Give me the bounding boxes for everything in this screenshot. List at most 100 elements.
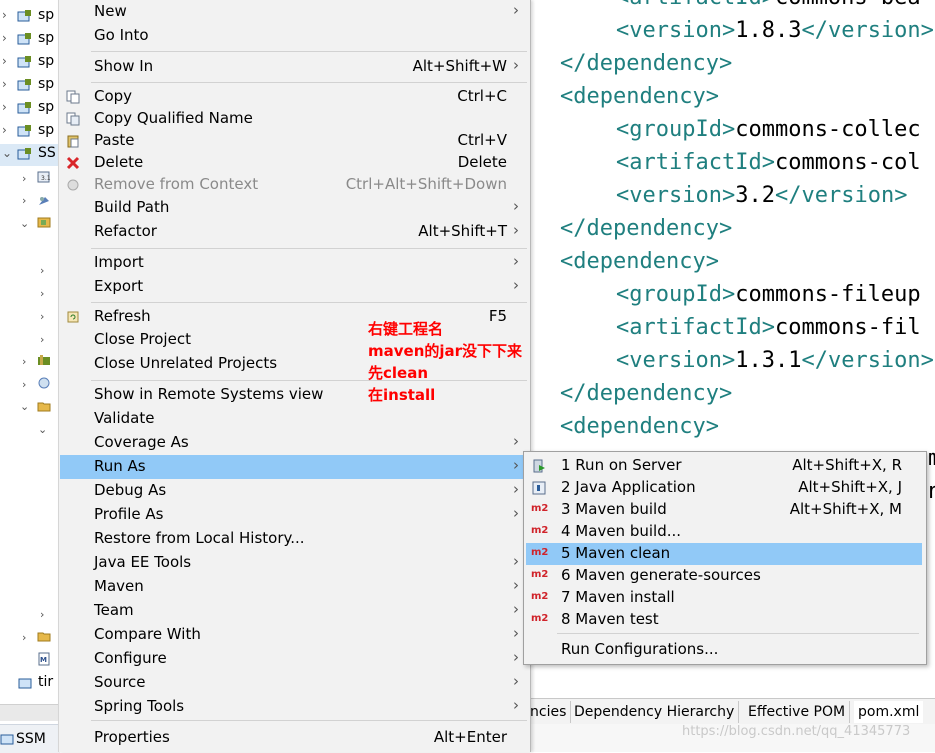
expand-chevron-icon[interactable]: ›: [22, 631, 26, 644]
tree-item-project[interactable]: › sp: [0, 29, 60, 51]
xml-line: <version>1.3.1</version>: [616, 348, 934, 373]
menu-item-spring-tools[interactable]: Spring Tools ›: [60, 695, 529, 719]
menu-item-label: Export: [94, 277, 144, 295]
menu-item-coverage-as[interactable]: Coverage As ›: [60, 431, 529, 455]
menu-item-properties[interactable]: Properties Alt+Enter: [60, 726, 529, 750]
menu-item-configure[interactable]: Configure ›: [60, 647, 529, 671]
menu-item-validate[interactable]: Validate: [60, 407, 529, 431]
xml-line: <groupId>commons-collec: [616, 117, 921, 142]
expand-chevron-icon[interactable]: ›: [2, 77, 7, 91]
expand-chevron-icon[interactable]: ›: [2, 100, 7, 114]
menu-item-export[interactable]: Export ›: [60, 275, 529, 299]
submenu-item-1-run-on-server[interactable]: 1 Run on Server Alt+Shift+X, R: [526, 455, 922, 477]
tree-item-project[interactable]: ⌄ SS: [0, 144, 60, 166]
chevron-right-icon: ›: [513, 672, 519, 690]
menu-item-restore-from-local-history[interactable]: Restore from Local History...: [60, 527, 529, 551]
expand-chevron-icon[interactable]: ›: [40, 287, 44, 300]
chevron-right-icon: ›: [513, 432, 519, 450]
submenu-item-shortcut: Alt+Shift+X, J: [798, 478, 902, 496]
menu-item-label: Show In: [94, 57, 154, 75]
collapse-chevron-icon[interactable]: ⌄: [20, 400, 29, 413]
menu-separator: [91, 720, 527, 721]
submenu-item-8-maven-test[interactable]: m2 8 Maven test: [526, 609, 922, 631]
menu-item-shortcut: Alt+Shift+W: [412, 57, 507, 75]
tree-item-project[interactable]: › sp: [0, 52, 60, 74]
submenu-item-7-maven-install[interactable]: m2 7 Maven install: [526, 587, 922, 609]
xml-line: <dependency>: [560, 414, 719, 439]
tree-item-project[interactable]: › sp: [0, 75, 60, 97]
menu-item-debug-as[interactable]: Debug As ›: [60, 479, 529, 503]
horizontal-scrollbar[interactable]: [0, 704, 60, 721]
menu-item-label: Validate: [94, 409, 155, 427]
menu-item-profile-as[interactable]: Profile As ›: [60, 503, 529, 527]
submenu-item-5-maven-clean[interactable]: m2 5 Maven clean: [526, 543, 922, 565]
tree-item-file[interactable]: tir: [0, 673, 60, 695]
expand-chevron-icon[interactable]: ›: [22, 378, 26, 391]
tree-item-project[interactable]: › sp: [0, 121, 60, 143]
menu-item-paste[interactable]: Paste Ctrl+V: [60, 129, 529, 153]
menu-item-label: Coverage As: [94, 433, 189, 451]
project-icon: [17, 102, 31, 114]
expand-chevron-icon[interactable]: ›: [40, 310, 44, 323]
expand-chevron-icon[interactable]: ›: [2, 123, 7, 137]
submenu-item-6-maven-generate-sources[interactable]: m2 6 Maven generate-sources: [526, 565, 922, 587]
submenu-item-label: 4 Maven build...: [561, 522, 682, 540]
menu-item-copy-qualified-name[interactable]: Copy Qualified Name: [60, 107, 529, 131]
expand-chevron-icon[interactable]: ›: [40, 333, 44, 346]
menu-item-compare-with[interactable]: Compare With ›: [60, 623, 529, 647]
menu-item-delete[interactable]: Delete Delete: [60, 151, 529, 175]
tree-item-label: sp: [38, 122, 55, 138]
submenu-item-2-java-application[interactable]: 2 Java Application Alt+Shift+X, J: [526, 477, 922, 499]
menu-item-go-into[interactable]: Go Into: [60, 24, 529, 48]
menu-item-refactor[interactable]: Refactor Alt+Shift+T ›: [60, 220, 529, 244]
menu-item-label: Show in Remote Systems view: [94, 385, 324, 403]
menu-item-label: Properties: [94, 728, 170, 746]
collapse-chevron-icon[interactable]: ⌄: [2, 146, 12, 160]
menu-item-label: Copy: [94, 87, 133, 105]
tab-dependencies[interactable]: ncies: [526, 701, 572, 723]
expand-chevron-icon[interactable]: ›: [2, 31, 7, 45]
project-icon: [17, 56, 31, 68]
expand-chevron-icon[interactable]: ›: [2, 54, 7, 68]
xml-line: <dependency>: [560, 249, 719, 274]
menu-item-maven[interactable]: Maven ›: [60, 575, 529, 599]
m2-icon: m2: [531, 591, 549, 602]
tree-item-project[interactable]: › sp: [0, 98, 60, 120]
collapse-chevron-icon[interactable]: ⌄: [20, 217, 29, 230]
expand-chevron-icon[interactable]: ›: [40, 264, 44, 277]
expand-chevron-icon[interactable]: ›: [2, 8, 7, 22]
menu-item-show-in[interactable]: Show In Alt+Shift+W ›: [60, 55, 529, 79]
tab-effective-pom[interactable]: Effective POM: [744, 701, 851, 723]
chevron-right-icon: ›: [513, 252, 519, 270]
menu-separator: [557, 633, 919, 634]
menu-item-new[interactable]: New ›: [60, 0, 529, 24]
tab-dependency-hierarchy[interactable]: Dependency Hierarchy: [570, 701, 740, 723]
menu-item-copy[interactable]: Copy Ctrl+C: [60, 85, 529, 109]
menu-item-import[interactable]: Import ›: [60, 251, 529, 275]
menu-item-label: Build Path: [94, 198, 170, 216]
expand-chevron-icon[interactable]: ›: [22, 194, 26, 207]
expand-chevron-icon[interactable]: ›: [40, 608, 44, 621]
open-folder-icon: [37, 632, 51, 642]
menu-item-remove-from-context: Remove from Context Ctrl+Alt+Shift+Down: [60, 173, 529, 197]
menu-item-build-path[interactable]: Build Path ›: [60, 196, 529, 220]
expand-chevron-icon[interactable]: ›: [22, 172, 26, 185]
xml-line: <version>3.2</version>: [616, 183, 908, 208]
menu-item-source[interactable]: Source ›: [60, 671, 529, 695]
tab-pom-xml[interactable]: pom.xml: [854, 701, 924, 723]
expand-chevron-icon[interactable]: ›: [22, 355, 26, 368]
menu-item-label: Refactor: [94, 222, 157, 240]
chevron-right-icon: ›: [513, 648, 519, 666]
tree-item-project[interactable]: › sp: [0, 6, 60, 28]
menu-item-team[interactable]: Team ›: [60, 599, 529, 623]
run-as-submenu: 1 Run on Server Alt+Shift+X, R 2 Java Appl…: [523, 451, 927, 665]
xml-line: <dependency>: [560, 84, 719, 109]
submenu-item-4-maven-build[interactable]: m2 4 Maven build...: [526, 521, 922, 543]
collapse-chevron-icon[interactable]: ⌄: [38, 423, 47, 436]
submenu-item-run-configurations[interactable]: Run Configurations...: [526, 639, 922, 661]
menu-item-label: Compare With: [94, 625, 201, 643]
submenu-item-3-maven-build[interactable]: m2 3 Maven build Alt+Shift+X, M: [526, 499, 922, 521]
menu-item-run-as[interactable]: Run As ›: [60, 455, 529, 479]
menu-item-java-ee-tools[interactable]: Java EE Tools ›: [60, 551, 529, 575]
menu-item-label: Refresh: [94, 307, 151, 325]
